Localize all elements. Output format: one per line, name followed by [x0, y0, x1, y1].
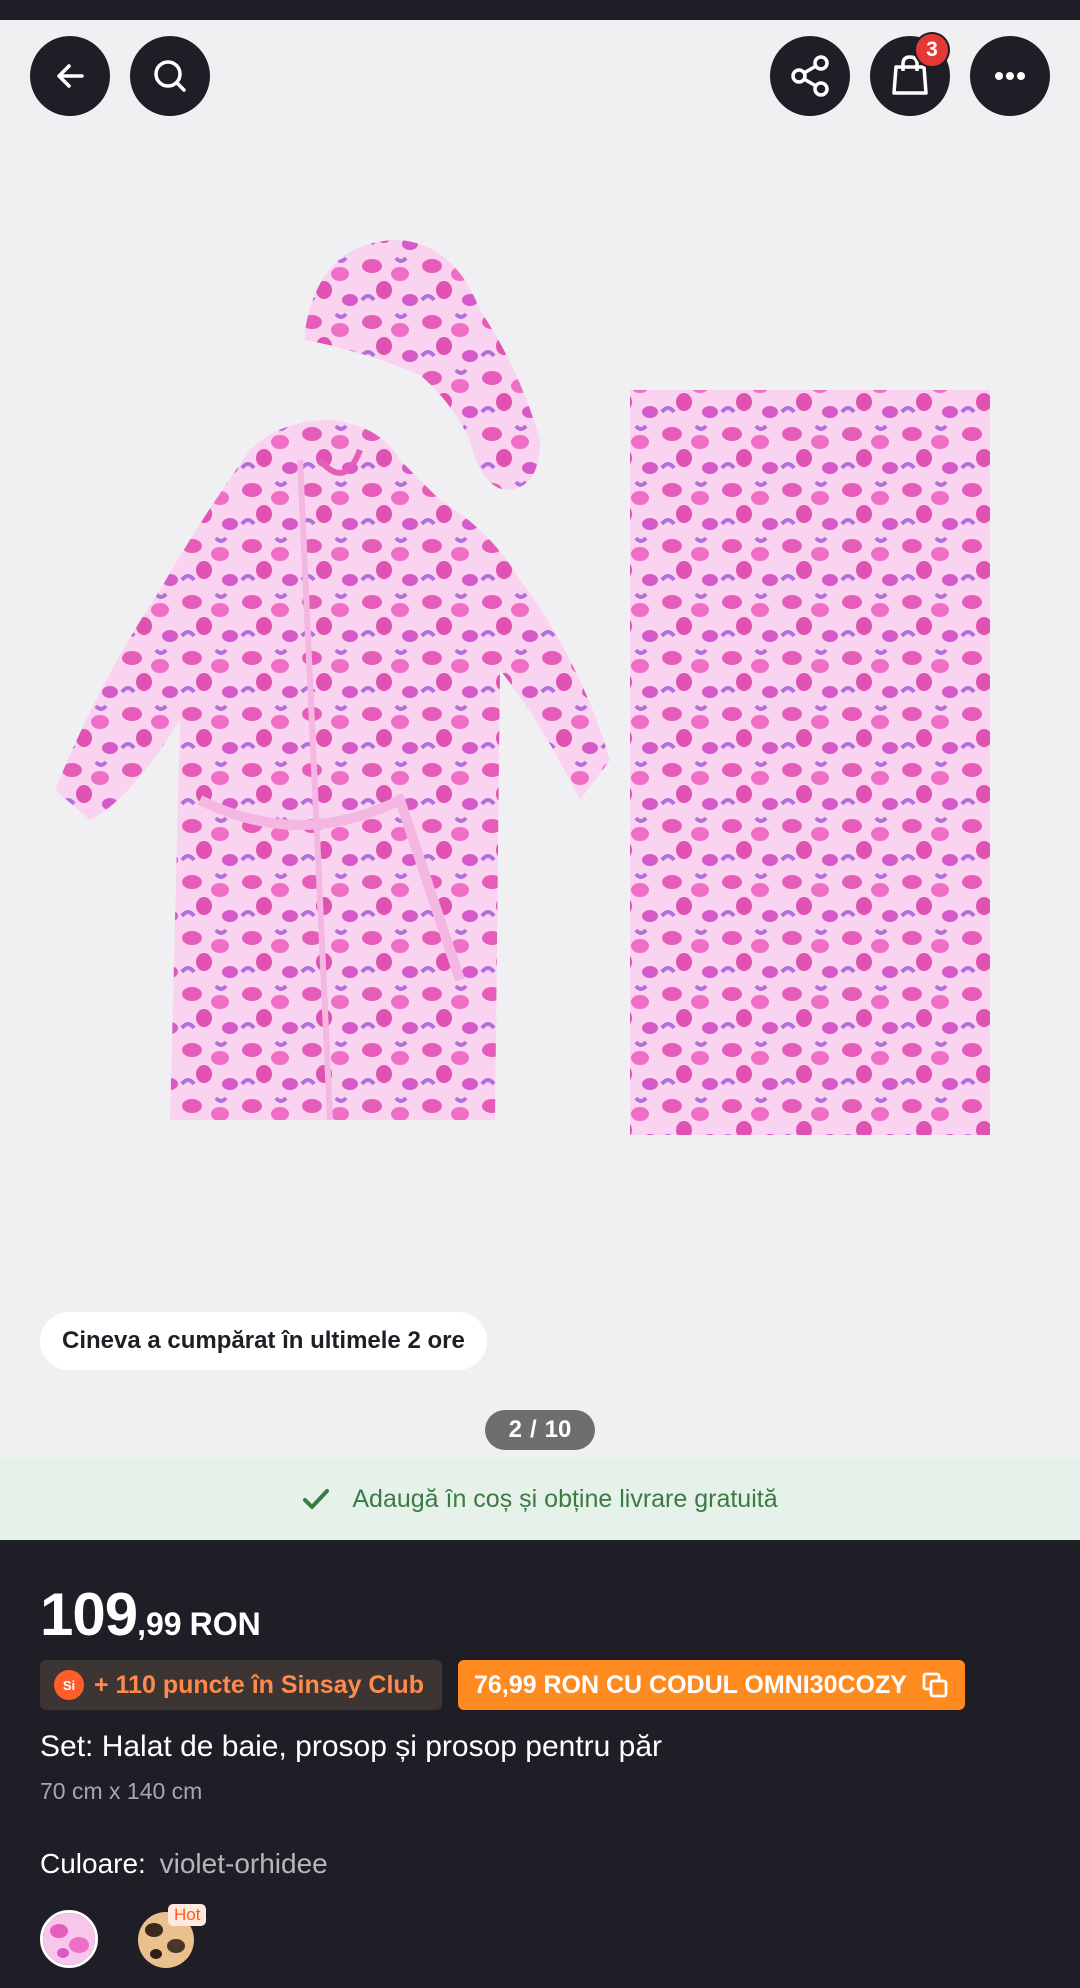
product-price: 109 ,99 RON: [40, 1580, 261, 1649]
color-swatch-violet-orhidee[interactable]: [40, 1910, 98, 1968]
price-decimals: ,99: [137, 1606, 182, 1642]
sinsay-club-logo: Si: [54, 1670, 84, 1700]
color-selector-label: Culoare: violet-orhidee: [40, 1848, 328, 1880]
search-icon: [154, 60, 186, 92]
free-delivery-banner: Adaugă în coș și obține livrare gratuită: [0, 1458, 1080, 1540]
price-chips: Si + 110 puncte în Sinsay Club 76,99 RON…: [40, 1660, 965, 1710]
price-currency: RON: [189, 1606, 261, 1642]
sinsay-club-points-chip[interactable]: Si + 110 puncte în Sinsay Club: [40, 1660, 442, 1710]
club-points-text: + 110 puncte în Sinsay Club: [94, 1670, 424, 1699]
color-label: Culoare:: [40, 1848, 146, 1879]
price-integer: 109: [40, 1581, 138, 1648]
more-horizontal-icon: [995, 72, 1025, 80]
copy-icon[interactable]: [921, 1671, 949, 1699]
product-title: Set: Halat de baie, prosop și prosop pen…: [40, 1730, 663, 1763]
promo-code-chip[interactable]: 76,99 RON CU CODUL OMNI30COZY: [457, 1660, 965, 1710]
product-info-panel: 109 ,99 RON Si + 110 puncte în Sinsay Cl…: [0, 1540, 1080, 1988]
status-bar: [0, 0, 1080, 20]
cart-button[interactable]: 3: [870, 32, 950, 116]
check-icon: [303, 1489, 330, 1509]
social-proof-pill: Cineva a cumpărat în ultimele 2 ore: [40, 1312, 487, 1370]
swatch-pattern: [43, 1913, 95, 1965]
color-value: violet-orhidee: [159, 1848, 328, 1879]
product-gallery[interactable]: 3 Cineva a cumpărat în ultimele 2 ore 2 …: [0, 20, 1080, 1458]
share-icon: [791, 55, 829, 97]
image-counter: 2 / 10: [485, 1410, 595, 1450]
image-counter-current: 2: [508, 1416, 522, 1443]
more-button[interactable]: [970, 36, 1050, 116]
free-delivery-text: Adaugă în coș și obține livrare gratuită: [352, 1484, 778, 1513]
product-dimensions: 70 cm x 140 cm: [40, 1778, 203, 1804]
cart-count-badge: 3: [914, 32, 950, 68]
product-image[interactable]: [0, 200, 1080, 1200]
hot-badge: Hot: [168, 1904, 207, 1926]
share-button[interactable]: [770, 36, 850, 116]
arrow-left-icon: [57, 64, 84, 88]
search-button[interactable]: [130, 36, 210, 116]
image-counter-separator: /: [529, 1416, 537, 1443]
back-button[interactable]: [30, 36, 110, 116]
image-counter-total: 10: [544, 1416, 572, 1443]
promo-code-text: 76,99 RON CU CODUL OMNI30COZY: [473, 1670, 907, 1699]
